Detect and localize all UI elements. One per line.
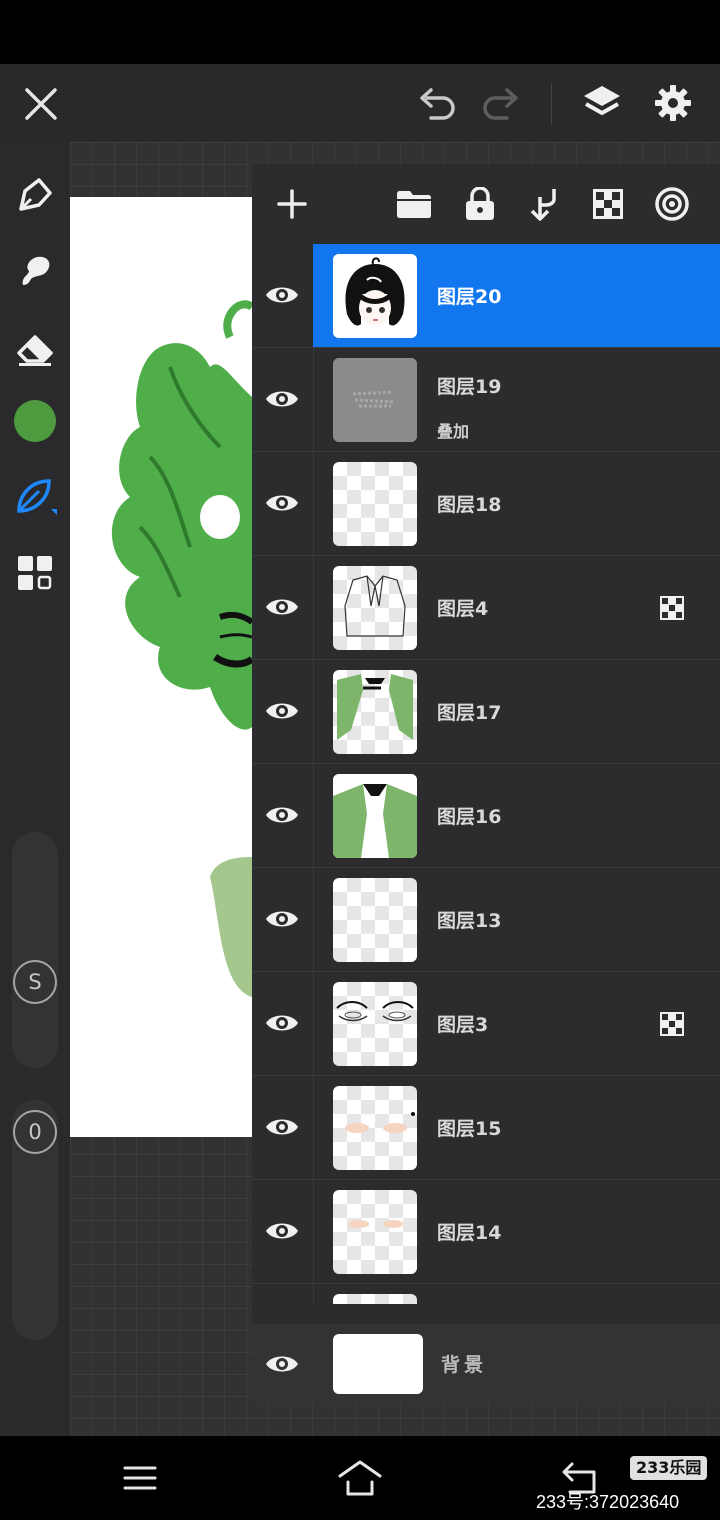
layer-name: 图层19	[437, 376, 502, 398]
alpha-lock-icon[interactable]	[588, 184, 628, 224]
opacity-label: 0	[28, 1120, 42, 1144]
layer-thumbnail	[333, 878, 417, 962]
close-icon[interactable]	[18, 81, 64, 127]
layer-row[interactable]: 图层4	[252, 556, 720, 660]
layer-row[interactable]: 图层17	[252, 660, 720, 764]
alpha-lock-badge-icon	[660, 1012, 684, 1036]
status-bar	[0, 0, 720, 64]
layer-thumbnail	[333, 982, 417, 1066]
layer-row[interactable]: 图层20	[252, 244, 720, 348]
visibility-eye-icon[interactable]	[264, 1008, 300, 1038]
layers-icon[interactable]	[578, 80, 626, 126]
visibility-eye-icon[interactable]	[264, 280, 300, 310]
layer-row[interactable]: 图层19 叠加	[252, 348, 720, 452]
layer-row[interactable]: 图层14	[252, 1180, 720, 1284]
visibility-eye-icon[interactable]	[264, 904, 300, 934]
brush-icon[interactable]	[10, 472, 60, 522]
layer-thumbnail	[333, 1294, 417, 1304]
layer-thumbnail	[333, 1086, 417, 1170]
watermark-brand: 233乐园	[630, 1456, 708, 1480]
top-toolbar	[0, 64, 720, 142]
merge-down-icon[interactable]	[524, 184, 564, 224]
layer-list[interactable]: 图层20 图层19 叠加 图层18 图层4 图层17 图层16 图层13 图层3…	[252, 244, 720, 1304]
visibility-eye-icon[interactable]	[264, 488, 300, 518]
watermark-id: 233号:372023640	[536, 1492, 680, 1512]
layer-name: 背景	[441, 1354, 488, 1376]
opacity-indicator[interactable]: 0	[13, 1110, 57, 1154]
layer-name: 图层20	[437, 286, 502, 308]
size-label: S	[28, 970, 42, 994]
visibility-eye-icon[interactable]	[264, 384, 300, 414]
visibility-eye-icon[interactable]	[264, 592, 300, 622]
redo-icon[interactable]	[478, 82, 524, 126]
toolbar-divider	[551, 84, 552, 124]
layer-name: 图层17	[437, 702, 502, 724]
menu-icon[interactable]	[118, 1460, 162, 1496]
layer-name: 图层15	[437, 1118, 502, 1140]
undo-icon[interactable]	[414, 82, 460, 126]
home-icon[interactable]	[334, 1456, 386, 1500]
alpha-lock-badge-icon	[660, 596, 684, 620]
blend-mode-label: 叠加	[437, 422, 470, 441]
visibility-eye-icon[interactable]	[264, 1349, 300, 1379]
layer-row[interactable]: 图层3	[252, 972, 720, 1076]
visibility-eye-icon[interactable]	[264, 1112, 300, 1142]
layer-row[interactable]: 图层16	[252, 764, 720, 868]
background-layer-row[interactable]: 背景	[252, 1324, 720, 1404]
layer-thumbnail	[333, 462, 417, 546]
grid-menu-icon[interactable]	[12, 550, 58, 596]
visibility-eye-icon[interactable]	[264, 696, 300, 726]
layer-thumbnail	[333, 1190, 417, 1274]
add-icon[interactable]	[272, 184, 312, 224]
layer-row[interactable]: 图层18	[252, 452, 720, 556]
lock-icon[interactable]	[460, 184, 500, 224]
layer-name: 图层14	[437, 1222, 502, 1244]
folder-icon[interactable]	[394, 184, 434, 224]
layer-thumbnail	[333, 358, 417, 442]
pen-tool-icon[interactable]	[12, 172, 58, 218]
layer-panel: 图层20 图层19 叠加 图层18 图层4 图层17 图层16 图层13 图层3…	[252, 164, 720, 1404]
blend-target-icon[interactable]	[652, 184, 692, 224]
layer-row[interactable]: 图层15	[252, 1076, 720, 1180]
smudge-tool-icon[interactable]	[12, 248, 58, 294]
layer-row-partial[interactable]	[252, 1284, 720, 1304]
artwork	[112, 300, 252, 997]
color-swatch[interactable]	[14, 400, 56, 442]
tool-sidebar: S 0	[0, 142, 70, 1436]
layer-name: 图层16	[437, 806, 502, 828]
size-slider[interactable]	[12, 832, 58, 1068]
system-nav-bar: 233乐园 233号:372023640	[0, 1436, 720, 1520]
layer-row[interactable]: 图层13	[252, 868, 720, 972]
layer-thumbnail	[333, 774, 417, 858]
drawing-canvas[interactable]	[70, 197, 252, 1137]
gear-icon[interactable]	[650, 80, 696, 126]
layer-name: 图层13	[437, 910, 502, 932]
drawing-app: S 0 图层20 图层19 叠加 图层18 图层4 图层17 图层16 图层13…	[0, 64, 720, 1436]
layer-name: 图层18	[437, 494, 502, 516]
size-indicator[interactable]: S	[13, 960, 57, 1004]
eraser-tool-icon[interactable]	[12, 326, 58, 372]
layer-thumbnail	[333, 254, 417, 338]
layer-thumbnail	[333, 566, 417, 650]
visibility-eye-icon[interactable]	[264, 1216, 300, 1246]
visibility-eye-icon[interactable]	[264, 800, 300, 830]
layer-thumbnail	[333, 670, 417, 754]
layer-name: 图层4	[437, 598, 489, 620]
layer-name: 图层3	[437, 1014, 489, 1036]
layer-thumbnail	[333, 1334, 423, 1394]
